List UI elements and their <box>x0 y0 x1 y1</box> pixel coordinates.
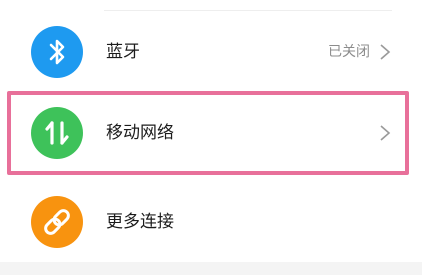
chevron-right-icon <box>380 125 391 141</box>
mobile-data-arrows-icon <box>31 107 83 159</box>
link-icon <box>31 196 83 248</box>
chevron-right-icon <box>380 44 391 60</box>
settings-item-bluetooth[interactable]: 蓝牙 已关闭 <box>0 12 422 92</box>
settings-item-more-connections[interactable]: 更多连接 <box>0 182 422 262</box>
status-text: 已关闭 <box>328 44 370 60</box>
settings-item-label: 更多连接 <box>106 212 174 232</box>
settings-item-label: 蓝牙 <box>106 42 140 62</box>
settings-item-label: 移动网络 <box>106 123 174 143</box>
divider <box>104 10 392 11</box>
bluetooth-icon <box>31 26 83 78</box>
settings-item-mobile-network[interactable]: 移动网络 <box>0 93 422 173</box>
settings-panel: 蓝牙 已关闭 移动网络 更多连接 <box>0 0 422 262</box>
